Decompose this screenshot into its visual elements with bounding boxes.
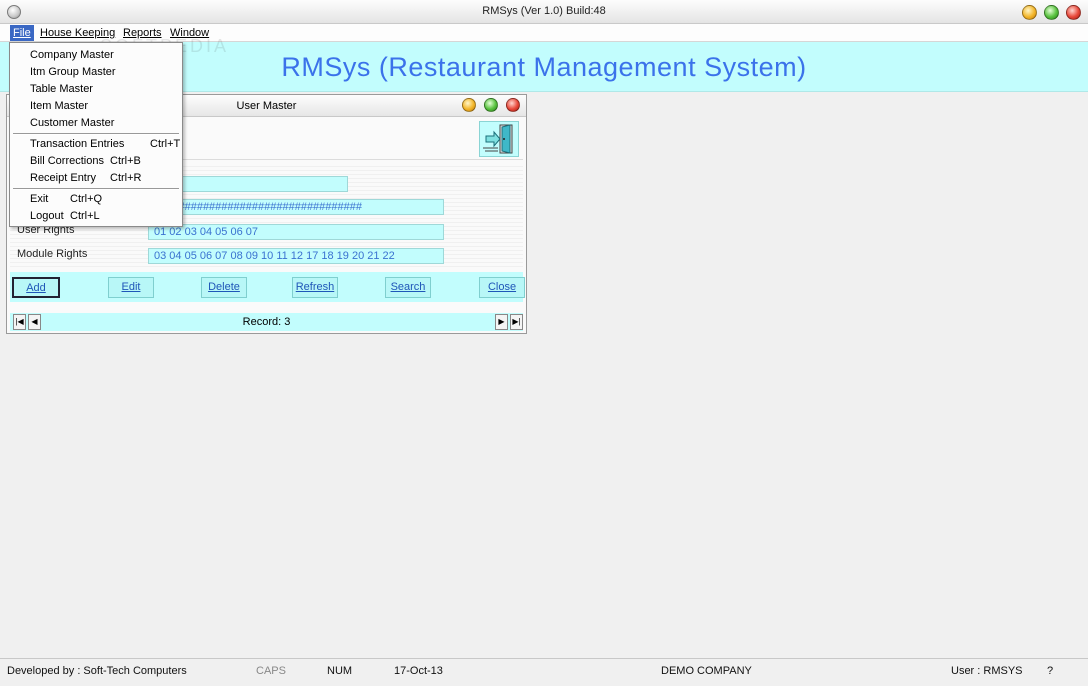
child-close-button[interactable]: [506, 98, 520, 112]
refresh-button[interactable]: Refresh: [292, 277, 338, 298]
delete-button[interactable]: Delete: [201, 277, 247, 298]
developer-credit: Developed by : Soft-Tech Computers: [7, 665, 187, 677]
menu-item-exit[interactable]: Exit Ctrl+Q: [12, 191, 180, 207]
menu-item-logout[interactable]: Logout Ctrl+L: [12, 208, 180, 224]
caps-indicator: CAPS: [256, 665, 286, 677]
menu-item-item-master[interactable]: Item Master: [12, 98, 180, 114]
next-record-icon[interactable]: ▶: [495, 314, 508, 330]
add-button[interactable]: Add: [12, 277, 60, 298]
main-title-bar[interactable]: RMSys (Ver 1.0) Build:48: [0, 0, 1088, 24]
menu-file[interactable]: File: [10, 25, 34, 41]
menu-separator: [13, 188, 179, 190]
password-field[interactable]: ##################################: [148, 199, 444, 215]
search-button[interactable]: Search: [385, 277, 431, 298]
edit-button[interactable]: Edit: [108, 277, 154, 298]
record-indicator: Record: 3: [242, 316, 291, 328]
menu-separator: [13, 133, 179, 135]
status-bar: Developed by : Soft-Tech Computers CAPS …: [0, 658, 1088, 686]
menu-item-company-master[interactable]: Company Master: [12, 47, 180, 63]
exit-door-icon[interactable]: [479, 121, 519, 157]
file-dropdown-menu: Company Master Itm Group Master Table Ma…: [9, 42, 183, 227]
menu-item-itm-group-master[interactable]: Itm Group Master: [12, 64, 180, 80]
user-rights-field[interactable]: 01 02 03 04 05 06 07: [148, 224, 444, 240]
menu-item-table-master[interactable]: Table Master: [12, 81, 180, 97]
window-title: RMSys (Ver 1.0) Build:48: [482, 5, 606, 17]
action-button-bar: Add Edit Delete Refresh Search Close: [10, 272, 525, 302]
record-navigator: |◀ ◀ Record: 3 ▶ ▶|: [10, 313, 523, 331]
maximize-button[interactable]: [1044, 5, 1059, 20]
company-name: DEMO COMPANY: [661, 665, 752, 677]
menu-item-transaction-entries[interactable]: Transaction Entries Ctrl+T: [12, 136, 180, 152]
status-date: 17-Oct-13: [394, 665, 443, 677]
menu-item-receipt-entry[interactable]: Receipt Entry Ctrl+R: [12, 170, 180, 186]
current-user: User : RMSYS: [951, 665, 1023, 677]
menu-item-customer-master[interactable]: Customer Master: [12, 115, 180, 131]
module-rights-field[interactable]: 03 04 05 06 07 08 09 10 11 12 17 18 19 2…: [148, 248, 444, 264]
last-record-icon[interactable]: ▶|: [510, 314, 523, 330]
num-indicator: NUM: [327, 665, 353, 677]
minimize-button[interactable]: [1022, 5, 1037, 20]
module-rights-label: Module Rights: [17, 248, 88, 260]
help-indicator[interactable]: ?: [1047, 665, 1053, 677]
child-minimize-button[interactable]: [462, 98, 476, 112]
close-button[interactable]: [1066, 5, 1081, 20]
child-maximize-button[interactable]: [484, 98, 498, 112]
menu-item-bill-corrections[interactable]: Bill Corrections Ctrl+B: [12, 153, 180, 169]
close-form-button[interactable]: Close: [479, 277, 525, 298]
